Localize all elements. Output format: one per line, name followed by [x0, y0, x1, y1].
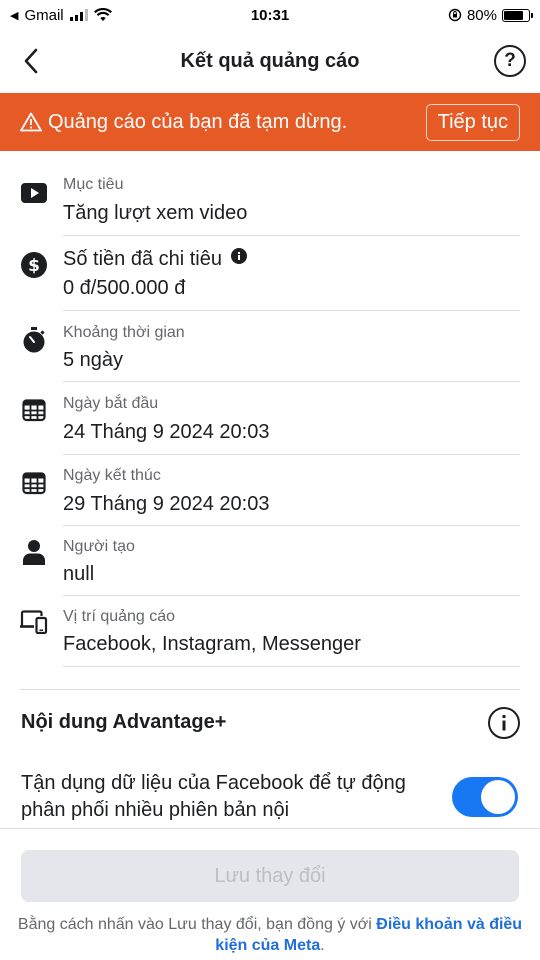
- chevron-left-icon: [24, 48, 38, 74]
- spend-label-text: Số tiền đã chi tiêu: [63, 248, 222, 270]
- detail-label: Vị trí quảng cáo: [63, 608, 176, 625]
- warning-icon: [20, 112, 42, 132]
- status-bar: ◀ Gmail 10:31 80%: [0, 0, 540, 30]
- detail-value: Facebook, Instagram, Messenger: [63, 633, 361, 655]
- divider: [63, 666, 520, 667]
- svg-text:$: $: [28, 256, 40, 276]
- devices-icon: [20, 608, 48, 636]
- toggle-knob: [481, 780, 515, 814]
- detail-label: Khoảng thời gian: [63, 324, 185, 341]
- status-right: 80%: [448, 6, 533, 24]
- calendar-icon: [20, 396, 48, 424]
- save-changes-button[interactable]: Lưu thay đổi: [21, 850, 519, 902]
- wifi-icon: [93, 8, 112, 21]
- detail-value: 29 Tháng 9 2024 20:03: [63, 493, 270, 515]
- divider: [63, 525, 520, 526]
- advantage-info-button[interactable]: [488, 707, 520, 739]
- section-divider: [20, 689, 520, 690]
- dollar-icon: $: [20, 251, 48, 279]
- paused-banner: Quảng cáo của bạn đã tạm dừng. Tiếp tục: [0, 93, 540, 151]
- detail-label: Ngày kết thúc: [63, 467, 161, 484]
- detail-label: Người tạo: [63, 538, 135, 555]
- detail-value: 0 đ/500.000 đ: [63, 277, 186, 299]
- info-circle-icon: [502, 715, 506, 731]
- divider: [63, 235, 520, 236]
- advantage-toggle[interactable]: [452, 777, 518, 817]
- battery-percent: 80%: [466, 6, 497, 24]
- person-icon: [20, 538, 48, 566]
- back-to-app-icon[interactable]: ◀: [10, 9, 18, 22]
- divider: [63, 454, 520, 455]
- divider: [63, 381, 520, 382]
- question-circle-icon: ?: [504, 50, 516, 71]
- footer: Lưu thay đổi Bằng cách nhấn vào Lưu thay…: [0, 828, 540, 960]
- orientation-lock-icon: [448, 8, 462, 22]
- divider: [63, 595, 520, 596]
- terms-prefix: Bằng cách nhấn vào Lưu thay đổi, bạn đồn…: [17, 916, 377, 933]
- status-left: ◀ Gmail: [10, 7, 112, 24]
- advantage-title: Nội dung Advantage+: [21, 711, 227, 733]
- divider: [63, 310, 520, 311]
- play-icon: [20, 179, 48, 207]
- help-button[interactable]: ?: [494, 45, 526, 77]
- calendar-icon: [20, 469, 48, 497]
- carrier-label: Gmail: [24, 6, 64, 24]
- detail-value: null: [63, 563, 95, 585]
- battery-icon: [502, 8, 533, 22]
- detail-value: Tăng lượt xem video: [63, 202, 248, 224]
- page-title: Kết quả quảng cáo: [180, 49, 360, 72]
- back-button[interactable]: [14, 44, 48, 78]
- detail-value: 5 ngày: [63, 349, 124, 371]
- advantage-description: Tận dụng dữ liệu của Facebook để tự động…: [21, 772, 406, 821]
- detail-label: Ngày bắt đầu: [63, 395, 159, 412]
- info-icon[interactable]: [230, 248, 247, 264]
- detail-label: Mục tiêu: [63, 176, 124, 193]
- terms-suffix: .: [320, 937, 325, 954]
- battery-fill: [504, 10, 524, 20]
- detail-value: 24 Tháng 9 2024 20:03: [63, 421, 270, 443]
- banner-text: Quảng cáo của bạn đã tạm dừng.: [48, 110, 348, 133]
- terms-text: Bằng cách nhấn vào Lưu thay đổi, bạn đồn…: [14, 914, 526, 956]
- detail-label: Số tiền đã chi tiêu: [63, 248, 247, 271]
- header: Kết quả quảng cáo ?: [0, 36, 540, 86]
- resume-button[interactable]: Tiếp tục: [425, 103, 520, 141]
- signal-icon: [69, 9, 88, 21]
- stopwatch-icon: [20, 326, 48, 354]
